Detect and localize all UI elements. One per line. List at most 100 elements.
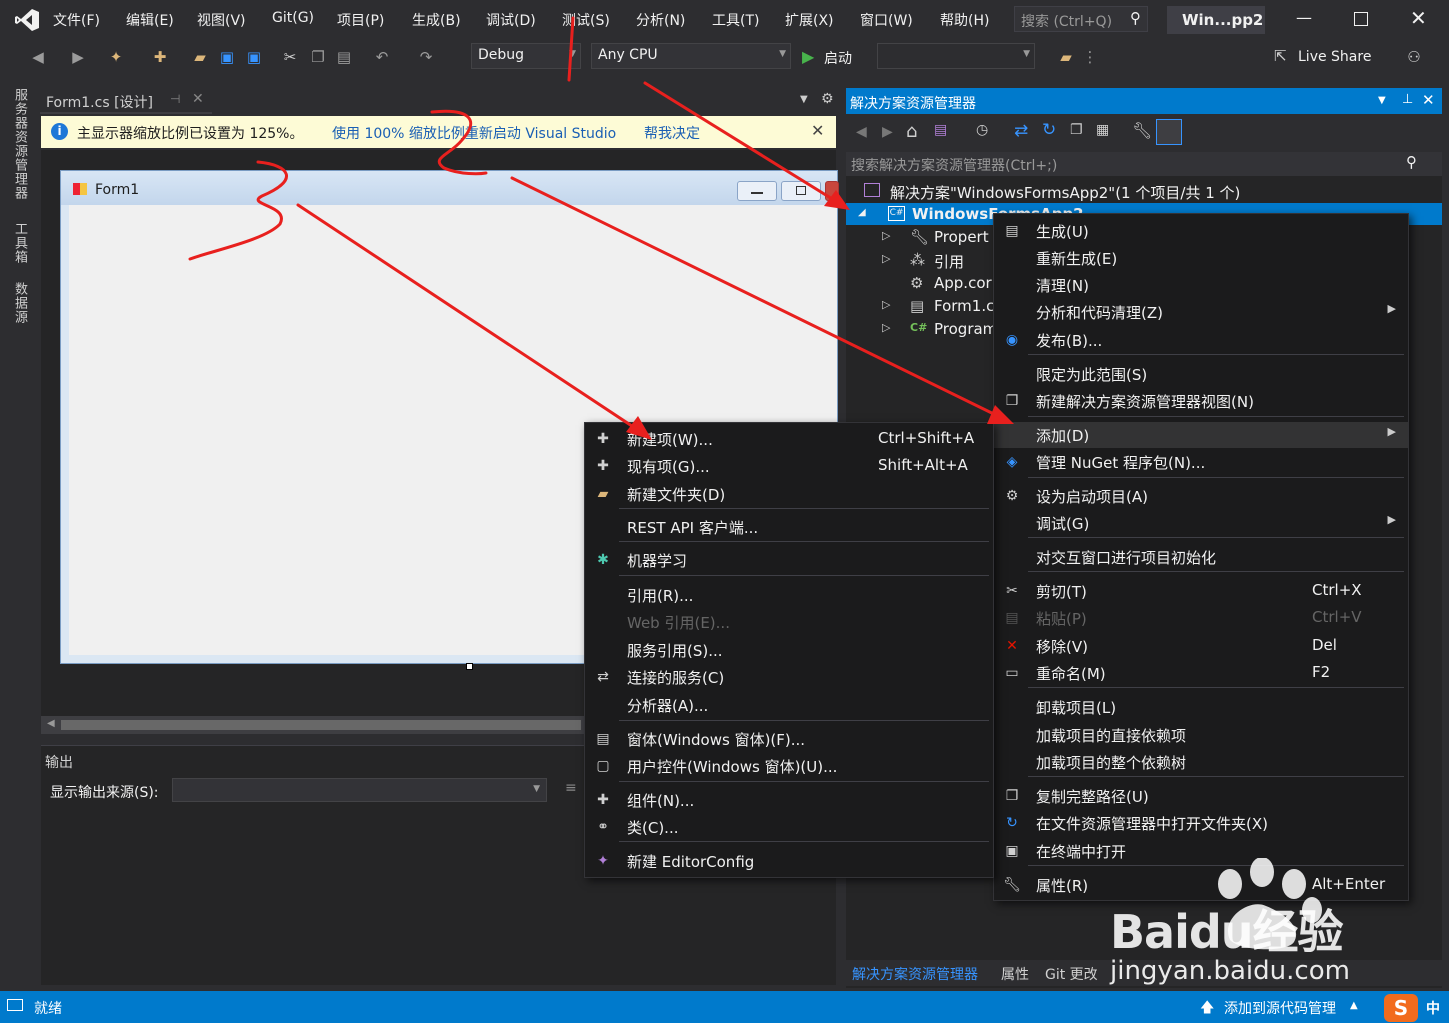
pin-icon[interactable]: ⊣ [170, 92, 180, 106]
pin-icon[interactable]: ⊥ [1402, 92, 1413, 107]
project-menu-item-14[interactable]: ▤ 粘贴(P) Ctrl+V [994, 605, 1408, 631]
add-menu-item-14[interactable]: ⚭ 类(C)... [585, 814, 993, 840]
maximize-icon[interactable] [1354, 12, 1368, 26]
tab-solution-explorer[interactable]: 解决方案资源管理器 [852, 964, 978, 984]
close-icon[interactable]: ✕ [1422, 91, 1435, 109]
add-menu-item-9[interactable]: ⇄ 连接的服务(C) [585, 664, 993, 690]
tree-references[interactable]: ▷ ⁂ 引用 [846, 249, 996, 271]
doc-settings-icon[interactable]: ⚙ [821, 91, 834, 107]
close-window-icon[interactable]: ✕ [1410, 6, 1427, 30]
project-menu-item-11[interactable]: 调试(G) ▶ [994, 510, 1408, 536]
history-icon[interactable]: ◷ [976, 122, 988, 138]
scroll-left-icon[interactable]: ◀ [47, 718, 55, 729]
project-menu-item-16[interactable]: ▭ 重命名(M) F2 [994, 660, 1408, 686]
project-menu-item-8[interactable]: 添加(D) ▶ [994, 422, 1408, 448]
tab-toolbox[interactable]: 工具箱 [10, 222, 29, 264]
tree-program[interactable]: ▷ C# Program [846, 318, 997, 340]
add-menu-item-3[interactable]: ▰ 新建文件夹(D) [585, 481, 993, 507]
add-menu-item-10[interactable]: 分析器(A)... [585, 692, 993, 718]
tab-git-changes[interactable]: Git 更改 [1045, 964, 1098, 984]
folder-search-icon[interactable]: ▰ [1056, 47, 1076, 67]
add-menu-item-11[interactable]: ▤ 窗体(Windows 窗体)(F)... [585, 726, 993, 752]
save-all-icon[interactable]: ▣ [244, 47, 264, 67]
menu-tools[interactable]: 工具(T) [712, 10, 759, 30]
menu-debug[interactable]: 调试(D) [486, 10, 536, 30]
save-icon[interactable]: ▣ [217, 47, 237, 67]
config-dropdown[interactable]: Debug ▼ [471, 43, 581, 69]
chevron-down-icon[interactable]: ▼ [1378, 95, 1386, 106]
close-icon[interactable]: ✕ [811, 121, 824, 140]
tree-properties[interactable]: ▷ 🔧︎ Propert [846, 226, 996, 248]
new-project-icon[interactable]: ✦ [106, 47, 126, 67]
sogou-ime-icon[interactable]: S [1384, 994, 1418, 1022]
project-menu-item-10[interactable]: ⚙ 设为启动项目(A) [994, 483, 1408, 509]
platform-dropdown[interactable]: Any CPU ▼ [591, 43, 791, 69]
preview-toggle-icon[interactable] [1156, 119, 1182, 145]
forward-icon[interactable]: ▶ [68, 47, 88, 67]
minimize-icon[interactable]: — [1296, 8, 1312, 27]
solution-search-input[interactable]: 搜索解决方案资源管理器(Ctrl+;) ⚲ [846, 152, 1442, 176]
menu-project[interactable]: 项目(P) [337, 10, 384, 30]
tree-form1[interactable]: ▷ ▤ Form1.c [846, 295, 996, 317]
search-box[interactable]: 搜索 (Ctrl+Q) ⚲ [1014, 6, 1148, 32]
menu-test[interactable]: 测试(S) [562, 10, 610, 30]
tab-properties[interactable]: 属性 [1001, 964, 1029, 984]
tree-solution[interactable]: 解决方案"WindowsFormsApp2"(1 个项目/共 1 个) [846, 180, 1442, 202]
menu-edit[interactable]: 编辑(E) [126, 10, 174, 30]
project-menu-item-7[interactable]: ❐ 新建解决方案资源管理器视图(N) [994, 388, 1408, 414]
tab-server-explorer[interactable]: 服务器资源管理器 [10, 88, 29, 200]
collapse-all-icon[interactable]: ❐ [1070, 122, 1083, 138]
cut-toolbar-icon[interactable]: ✂ [280, 47, 300, 67]
tab-form1-design[interactable]: Form1.cs [设计] ⊣ ✕ [40, 88, 212, 114]
add-menu-item-7[interactable]: Web 引用(E)... [585, 609, 993, 635]
add-menu-item-2[interactable]: ✚ 现有项(G)... Shift+Alt+A [585, 453, 993, 479]
resize-handle[interactable] [466, 663, 473, 670]
menu-extensions[interactable]: 扩展(X) [785, 10, 834, 30]
toolbar-overflow-icon[interactable]: ⋮ [1080, 47, 1100, 67]
add-item-icon[interactable]: ✚ [150, 47, 170, 67]
home-icon[interactable]: ⌂ [906, 121, 917, 142]
project-menu-item-6[interactable]: 限定为此范围(S) [994, 361, 1408, 387]
add-menu-item-1[interactable]: ✚ 新建项(W)... Ctrl+Shift+A [585, 426, 993, 452]
help-decide-link[interactable]: 帮我决定 [644, 123, 700, 143]
forward-icon[interactable]: ▶ [882, 124, 893, 140]
project-menu-item-19[interactable]: 加载项目的整个依赖树 [994, 749, 1408, 775]
project-menu-item-2[interactable]: 重新生成(E) [994, 245, 1408, 271]
add-menu-item-12[interactable]: ▢ 用户控件(Windows 窗体)(U)... [585, 753, 993, 779]
menu-git[interactable]: Git(G) [272, 10, 314, 26]
project-menu-item-20[interactable]: ❐ 复制完整路径(U) [994, 783, 1408, 809]
add-menu-item-6[interactable]: 引用(R)... [585, 582, 993, 608]
undo-icon[interactable]: ↶ [372, 47, 392, 67]
menu-analyze[interactable]: 分析(N) [636, 10, 685, 30]
project-menu-item-1[interactable]: ▤ 生成(U) [994, 218, 1408, 244]
menu-window[interactable]: 窗口(W) [860, 10, 913, 30]
refresh-icon[interactable]: ↻ [1042, 120, 1056, 140]
show-all-files-icon[interactable]: ▦ [1096, 122, 1109, 138]
clear-output-icon[interactable]: ≡ [565, 780, 577, 796]
project-menu-item-15[interactable]: ✕ 移除(V) Del [994, 633, 1408, 659]
ime-mode[interactable]: 中 [1426, 998, 1440, 1018]
restart-link[interactable]: 使用 100% 缩放比例重新启动 Visual Studio [332, 123, 616, 143]
project-menu-item-12[interactable]: 对交互窗口进行项目初始化 [994, 544, 1408, 570]
scroll-thumb[interactable] [61, 720, 581, 730]
back-icon[interactable]: ◀ [856, 124, 867, 140]
project-menu-item-3[interactable]: 清理(N) [994, 272, 1408, 298]
project-menu-item-9[interactable]: ◈ 管理 NuGet 程序包(N)... [994, 449, 1408, 475]
debug-target-dropdown[interactable]: ▼ [877, 43, 1035, 69]
menu-file[interactable]: 文件(F) [53, 10, 100, 30]
copy-toolbar-icon[interactable]: ❐ [308, 47, 328, 67]
add-to-source-control[interactable]: 添加到源代码管理 [1224, 998, 1336, 1018]
menu-help[interactable]: 帮助(H) [940, 10, 989, 30]
switch-views-icon[interactable]: ▤ [934, 122, 947, 138]
add-menu-item-8[interactable]: 服务引用(S)... [585, 637, 993, 663]
start-button[interactable]: ▶ 启动 [800, 45, 870, 69]
add-menu-item-4[interactable]: REST API 客户端... [585, 514, 993, 540]
vs-logo-icon[interactable] [14, 8, 40, 32]
add-menu-item-5[interactable]: ✱ 机器学习 [585, 547, 993, 573]
add-menu-item-15[interactable]: ✦ 新建 EditorConfig [585, 848, 993, 874]
project-menu-item-17[interactable]: 卸载项目(L) [994, 694, 1408, 720]
properties-wrench-icon[interactable]: 🔧︎ [1132, 121, 1152, 140]
project-menu-item-13[interactable]: ✂ 剪切(T) Ctrl+X [994, 578, 1408, 604]
project-menu-item-4[interactable]: 分析和代码清理(Z) ▶ [994, 299, 1408, 325]
menu-build[interactable]: 生成(B) [412, 10, 461, 30]
